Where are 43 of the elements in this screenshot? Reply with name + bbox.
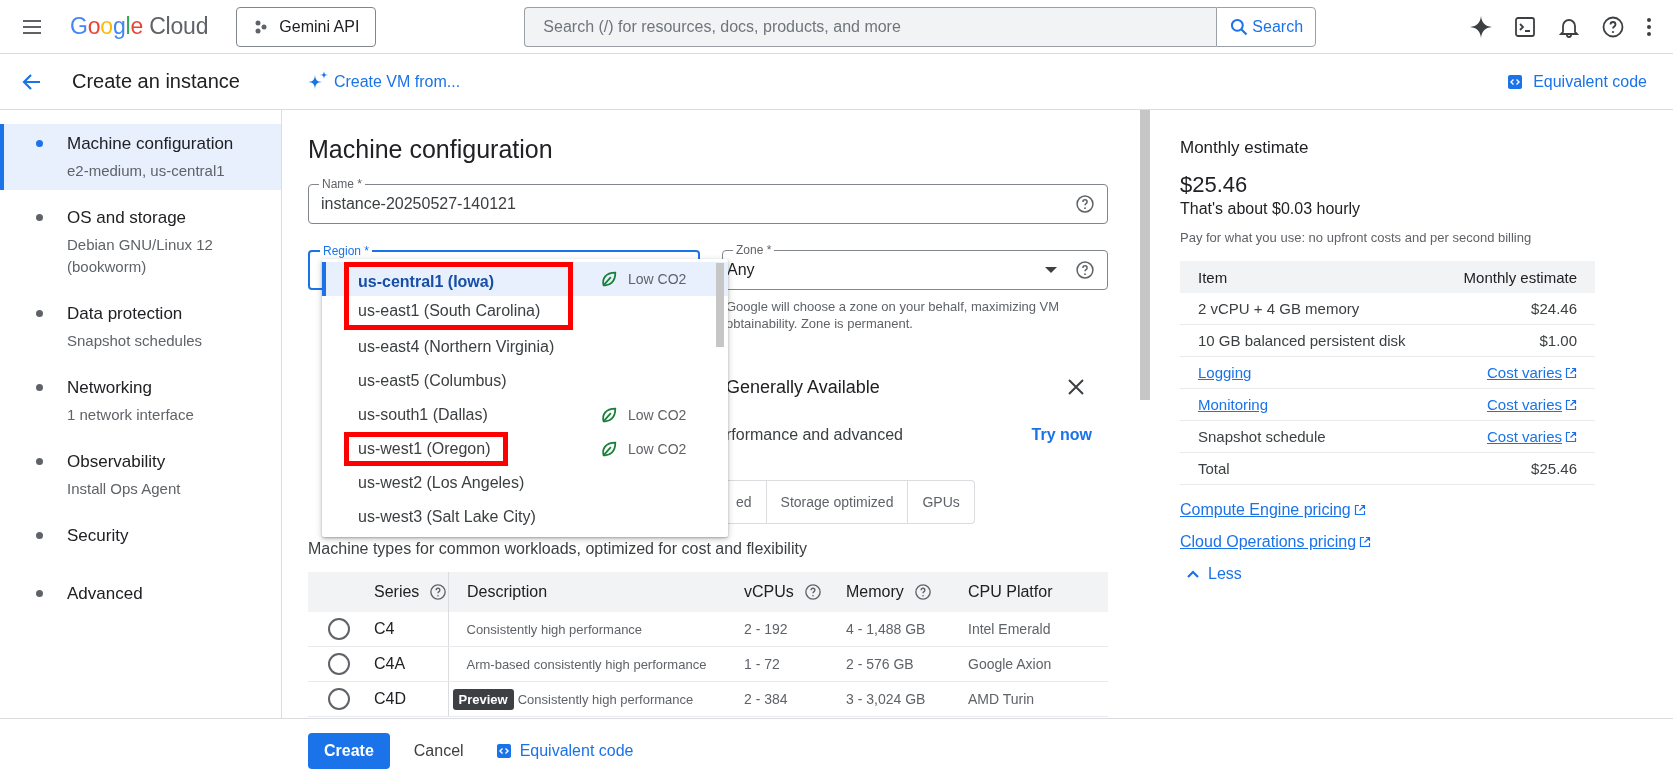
column-header: CPU Platfor [968,583,1053,601]
banner-title: Generally Available [726,376,881,398]
table-cell: C4D [374,690,406,707]
table-cell: 2 - 192 [744,621,788,637]
preview-badge: Preview [452,688,514,710]
low-co2-label: Low CO2 [628,441,687,457]
table-cell: 3 - 3,024 GB [846,691,926,707]
column-header: Item [1198,268,1228,286]
billing-note: Pay for what you use: no upfront costs and per second billing [1180,230,1533,245]
section-title: Machine configuration [308,134,554,164]
table-cell: 10 GB balanced persistent disk [1198,332,1406,349]
table-cell: $24.46 [1531,300,1577,317]
table-cell: Consistently high performance [517,691,694,707]
table-cell: C4 [374,620,395,637]
table-cell: Total [1198,460,1230,477]
table-cell: 2 vCPU + 4 GB memory [1198,300,1360,317]
column-header: Description [467,583,548,601]
column-header: Series [374,583,420,601]
column-header: Monthly estimate [1463,268,1577,286]
banner-text: rformance and advanced [726,426,904,444]
low-co2-label: Low CO2 [628,407,687,423]
hourly-estimate: That's about $0.03 hourly [1180,200,1362,218]
table-cell: 2 - 576 GB [846,656,914,672]
low-co2-label: Low CO2 [628,271,687,287]
table-cell: Intel Emerald [968,621,1051,637]
machine-types-description: Machine types for common workloads, optimized for cost and flexibility [308,540,808,558]
table-cell: 4 - 1,488 GB [846,621,926,637]
zone-helper-text: Google will choose a zone on your behalf, maximizing VM obtainability. Zone is permanent. [725,298,1061,332]
page-title: Create an instance [72,70,240,93]
table-cell: $1.00 [1539,332,1577,349]
table-cell: Arm-based consistently high performance [466,656,707,672]
table-cell: 2 - 384 [744,691,788,707]
table-cell: Snapshot schedule [1198,428,1326,445]
table-cell: AMD Turin [968,691,1035,707]
column-header: vCPUs [744,583,794,601]
table-cell: $25.46 [1531,460,1577,477]
estimate-title: Monthly estimate [1180,138,1310,158]
table-cell: C4A [374,655,406,672]
column-header: Memory [846,583,904,601]
estimate-total: $25.46 [1180,172,1249,198]
table-cell: Consistently high performance [466,621,643,637]
table-cell: Google Axion [968,656,1052,672]
table-cell: 1 - 72 [744,656,780,672]
